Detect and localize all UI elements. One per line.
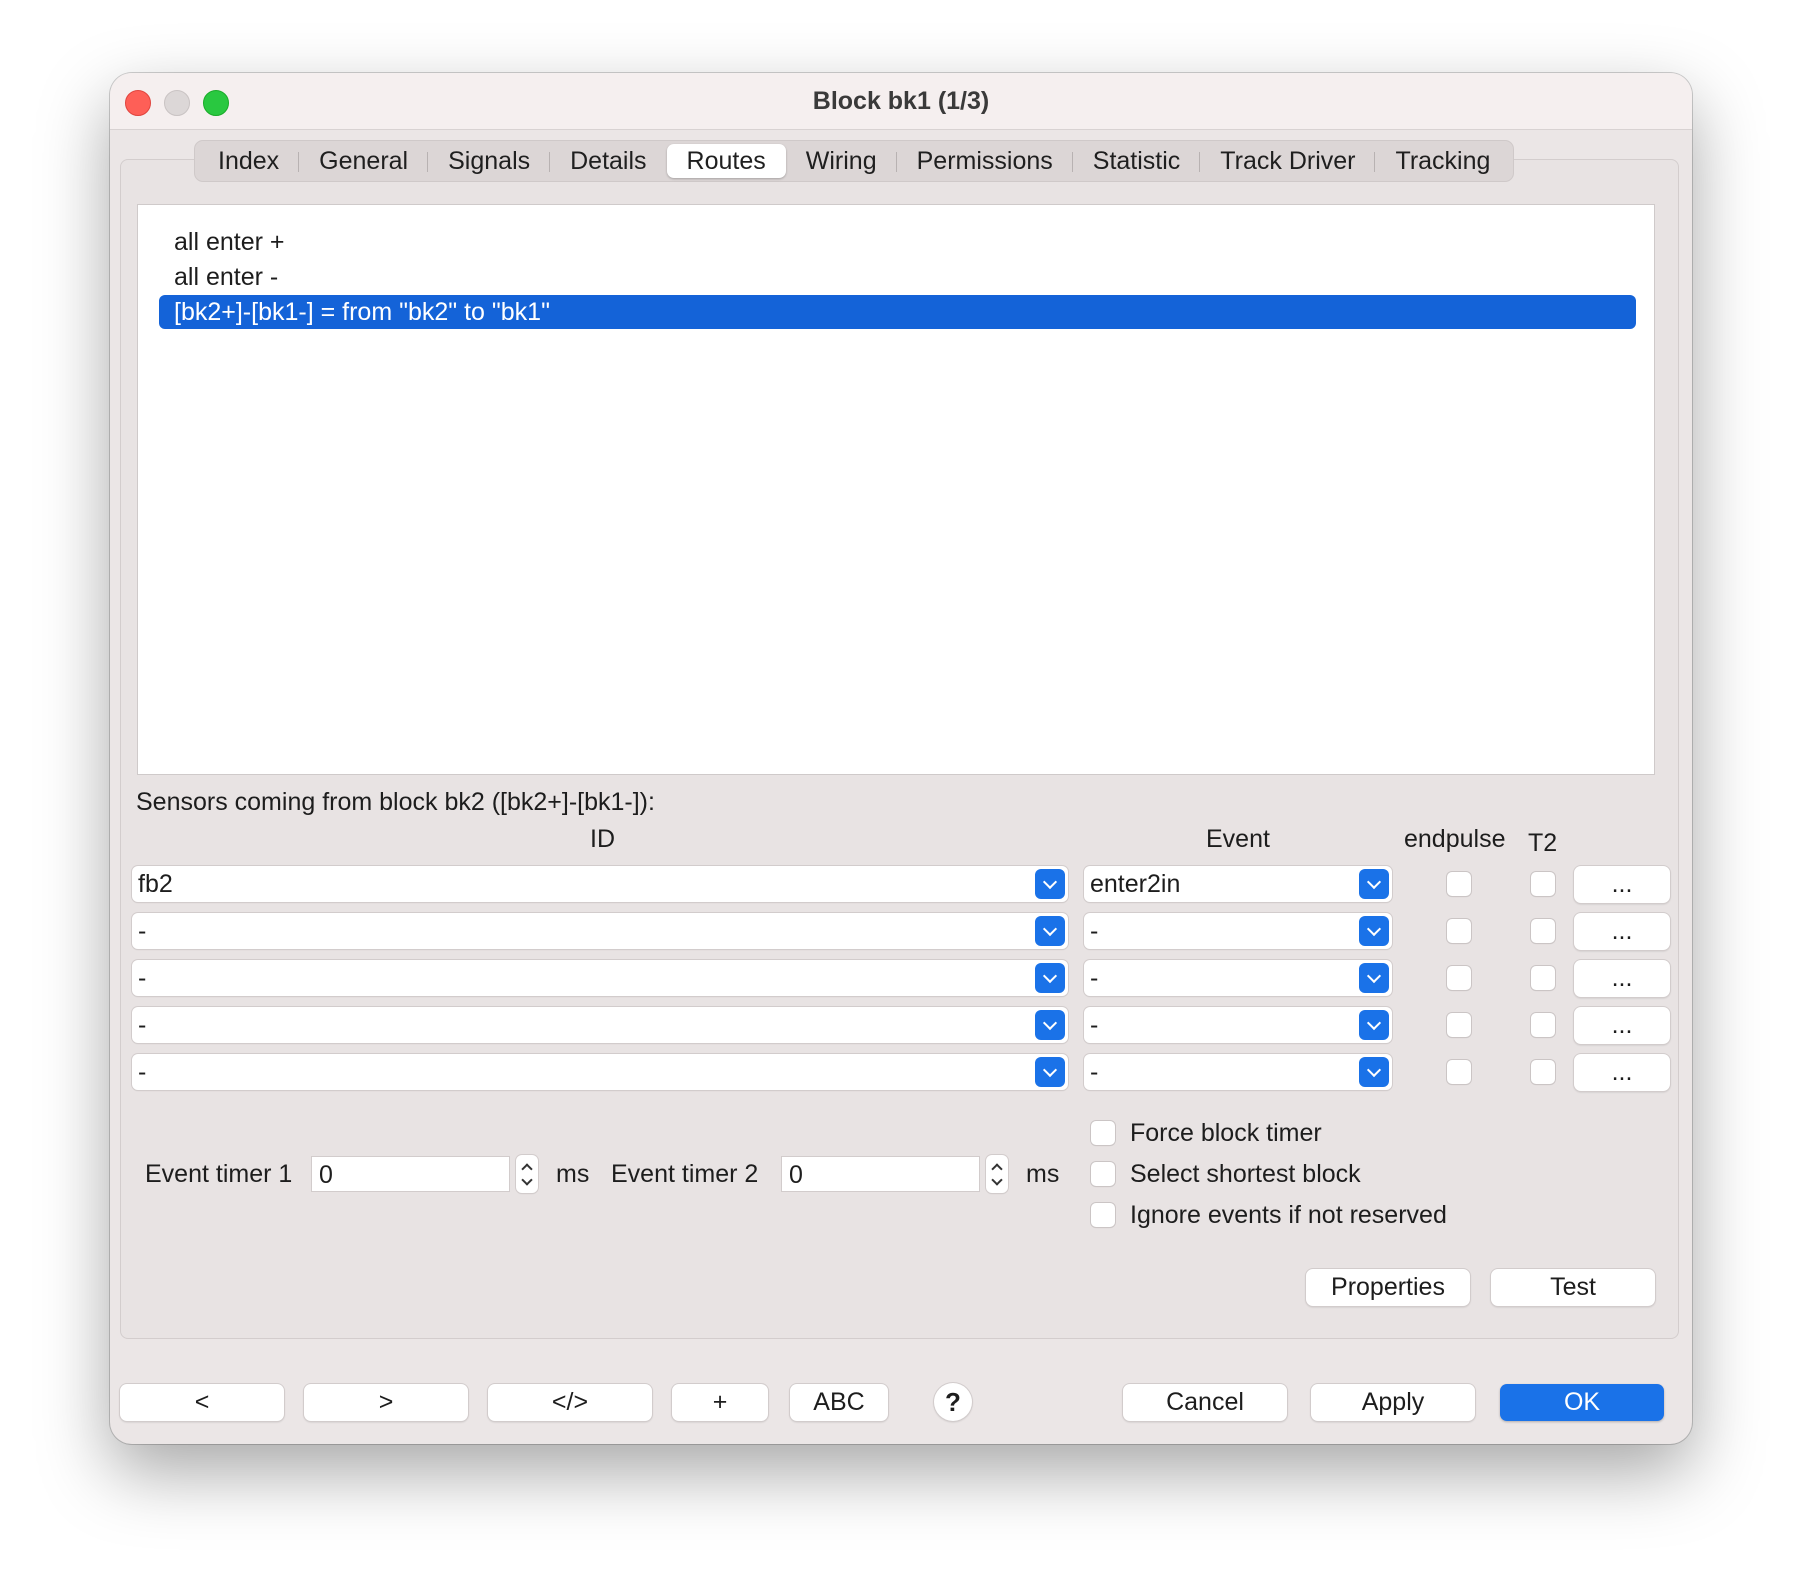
chevron-down-icon[interactable] [1035, 1010, 1065, 1040]
endpulse-checkbox[interactable] [1447, 1013, 1471, 1037]
endpulse-checkbox[interactable] [1447, 966, 1471, 990]
ignore-events-label: Ignore events if not reserved [1130, 1201, 1447, 1229]
t2-checkbox[interactable] [1531, 872, 1555, 896]
tab-wiring[interactable]: Wiring [786, 144, 897, 178]
chevron-down-icon[interactable] [1359, 963, 1389, 993]
stepper-down-icon[interactable] [991, 1174, 1003, 1186]
chevron-down-icon[interactable] [1035, 963, 1065, 993]
cancel-button[interactable]: Cancel [1123, 1384, 1287, 1421]
sensor-event-value: - [1090, 1011, 1099, 1039]
sensor-more-button[interactable]: ... [1574, 1054, 1670, 1091]
sensor-id-value: - [138, 1011, 147, 1039]
tab-bar: Index General Signals Details Routes Wir… [194, 140, 1515, 182]
sensor-id-select[interactable]: - [132, 1007, 1068, 1043]
chevron-down-icon[interactable] [1035, 1057, 1065, 1087]
sensor-id-select[interactable]: - [132, 1054, 1068, 1090]
event-timer-1-label: Event timer 1 [145, 1160, 293, 1188]
sensor-event-select[interactable]: - [1084, 1007, 1392, 1043]
window-title: Block bk1 (1/3) [812, 87, 990, 115]
sensor-id-select[interactable]: fb2 [132, 866, 1068, 902]
endpulse-checkbox[interactable] [1447, 1060, 1471, 1084]
previous-button[interactable]: < [120, 1384, 284, 1421]
next-button[interactable]: > [304, 1384, 468, 1421]
sensor-more-button[interactable]: ... [1574, 1007, 1670, 1044]
xml-button[interactable]: </> [488, 1384, 652, 1421]
event-timer-2-label: Event timer 2 [611, 1160, 759, 1188]
t2-checkbox[interactable] [1531, 1013, 1555, 1037]
tab-tracking[interactable]: Tracking [1375, 144, 1510, 178]
stepper-up-icon[interactable] [991, 1163, 1003, 1175]
sensor-more-button[interactable]: ... [1574, 866, 1670, 903]
tab-details[interactable]: Details [550, 144, 666, 178]
column-header-id: ID [590, 825, 615, 853]
route-item[interactable]: all enter + [159, 225, 285, 259]
event-timer-1-input[interactable]: 0 [311, 1156, 510, 1192]
chevron-down-icon[interactable] [1359, 1057, 1389, 1087]
route-item[interactable]: all enter - [159, 260, 278, 294]
endpulse-checkbox[interactable] [1447, 872, 1471, 896]
title-bar: Block bk1 (1/3) [110, 73, 1692, 130]
tab-signals[interactable]: Signals [428, 144, 551, 178]
tab-permissions[interactable]: Permissions [897, 144, 1073, 178]
endpulse-checkbox[interactable] [1447, 919, 1471, 943]
event-timer-2-stepper[interactable] [986, 1155, 1008, 1193]
ok-button[interactable]: OK [1500, 1384, 1664, 1421]
event-timer-1-unit: ms [556, 1160, 590, 1188]
sensor-event-select[interactable]: enter2in [1084, 866, 1392, 902]
abc-button[interactable]: ABC [790, 1384, 888, 1421]
chevron-down-icon[interactable] [1359, 1010, 1389, 1040]
force-block-timer-label: Force block timer [1130, 1119, 1322, 1147]
chevron-down-icon[interactable] [1359, 869, 1389, 899]
tab-track-driver[interactable]: Track Driver [1200, 144, 1376, 178]
chevron-down-icon[interactable] [1035, 869, 1065, 899]
select-shortest-block-label: Select shortest block [1130, 1160, 1361, 1188]
sensor-event-value: enter2in [1090, 870, 1181, 898]
event-timer-2-input[interactable]: 0 [781, 1156, 980, 1192]
tab-statistic[interactable]: Statistic [1073, 144, 1201, 178]
tab-routes[interactable]: Routes [666, 144, 786, 178]
stepper-up-icon[interactable] [521, 1163, 533, 1175]
column-header-t2: T2 [1528, 829, 1558, 857]
sensor-id-value: - [138, 964, 147, 992]
t2-checkbox[interactable] [1531, 1060, 1555, 1084]
sensors-heading: Sensors coming from block bk2 ([bk2+]-[b… [136, 788, 655, 816]
tab-general[interactable]: General [299, 144, 429, 178]
sensor-event-value: - [1090, 917, 1099, 945]
chevron-down-icon[interactable] [1035, 916, 1065, 946]
select-shortest-block-checkbox[interactable] [1091, 1162, 1115, 1186]
sensor-event-select[interactable]: - [1084, 960, 1392, 996]
sensor-id-value: - [138, 917, 147, 945]
sensor-event-value: - [1090, 964, 1099, 992]
sensor-id-select[interactable]: - [132, 913, 1068, 949]
sensor-id-value: - [138, 1058, 147, 1086]
t2-checkbox[interactable] [1531, 919, 1555, 943]
block-dialog: Block bk1 (1/3) Index General Signals De… [110, 73, 1692, 1444]
event-timer-1-stepper[interactable] [516, 1155, 538, 1193]
column-header-endpulse: endpulse [1404, 825, 1506, 853]
event-timer-2-unit: ms [1026, 1160, 1060, 1188]
sensor-more-button[interactable]: ... [1574, 913, 1670, 950]
route-item-selected[interactable]: [bk2+]-[bk1-] = from "bk2" to "bk1" [159, 295, 1636, 329]
sensor-event-value: - [1090, 1058, 1099, 1086]
sensor-id-select[interactable]: - [132, 960, 1068, 996]
chevron-down-icon[interactable] [1359, 916, 1389, 946]
properties-button[interactable]: Properties [1306, 1269, 1470, 1306]
ignore-events-checkbox[interactable] [1091, 1203, 1115, 1227]
sensor-event-select[interactable]: - [1084, 913, 1392, 949]
force-block-timer-checkbox[interactable] [1091, 1121, 1115, 1145]
sensor-event-select[interactable]: - [1084, 1054, 1392, 1090]
add-button[interactable]: + [672, 1384, 768, 1421]
sensor-id-value: fb2 [138, 870, 173, 898]
sensor-more-button[interactable]: ... [1574, 960, 1670, 997]
routes-list[interactable]: all enter + all enter - [bk2+]-[bk1-] = … [137, 204, 1655, 775]
apply-button[interactable]: Apply [1311, 1384, 1475, 1421]
help-button[interactable]: ? [934, 1383, 972, 1421]
column-header-event: Event [1206, 825, 1270, 853]
test-button[interactable]: Test [1491, 1269, 1655, 1306]
tab-index[interactable]: Index [198, 144, 300, 178]
stepper-down-icon[interactable] [521, 1174, 533, 1186]
t2-checkbox[interactable] [1531, 966, 1555, 990]
